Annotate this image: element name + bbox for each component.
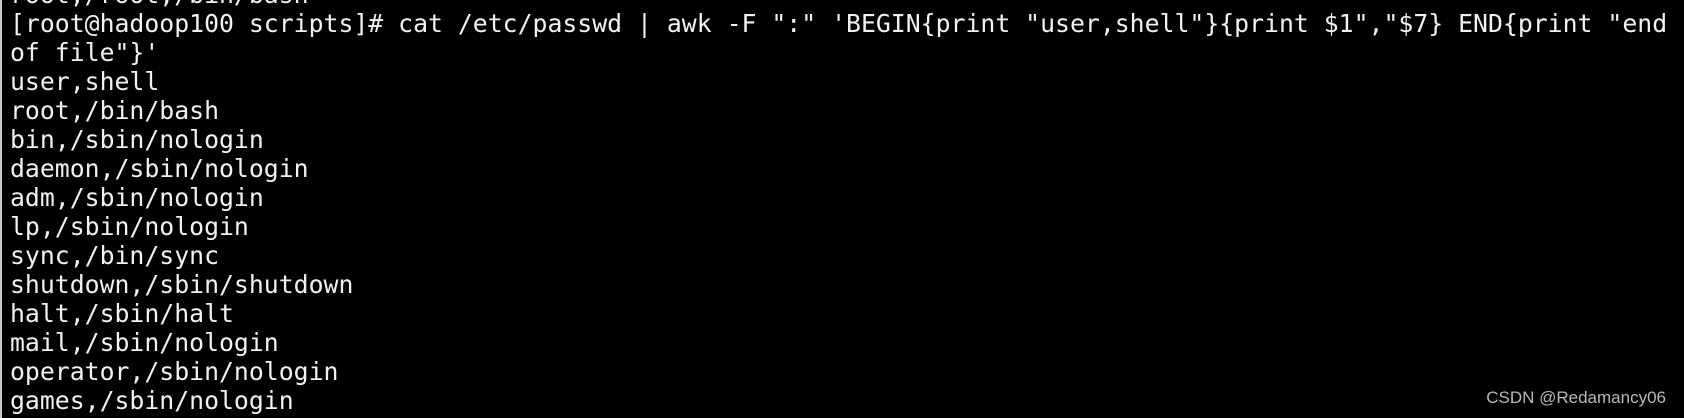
window-border: [0, 0, 2, 418]
terminal-line: mail,/sbin/nologin: [10, 328, 279, 357]
terminal-line: adm,/sbin/nologin: [10, 183, 264, 212]
terminal-line: bin,/sbin/nologin: [10, 125, 264, 154]
terminal-line: operator,/sbin/nologin: [10, 357, 339, 386]
terminal-line-partial: root,/root,/bin/bash: [10, 0, 309, 9]
terminal-command-line: [root@hadoop100 scripts]# cat /etc/passw…: [10, 9, 1668, 38]
terminal-line: sync,/bin/sync: [10, 241, 220, 270]
terminal-line: shutdown,/sbin/shutdown: [10, 270, 354, 299]
terminal-line: halt,/sbin/halt: [10, 299, 234, 328]
terminal-line: lp,/sbin/nologin: [10, 212, 249, 241]
terminal-line: root,/bin/bash: [10, 96, 220, 125]
terminal-line: daemon,/sbin/nologin: [10, 154, 309, 183]
terminal-line: user,shell: [10, 67, 160, 96]
terminal-command-wrap: of file"}': [10, 38, 160, 67]
terminal-line: games,/sbin/nologin: [10, 386, 294, 415]
watermark: CSDN @Redamancy06: [1486, 388, 1666, 407]
